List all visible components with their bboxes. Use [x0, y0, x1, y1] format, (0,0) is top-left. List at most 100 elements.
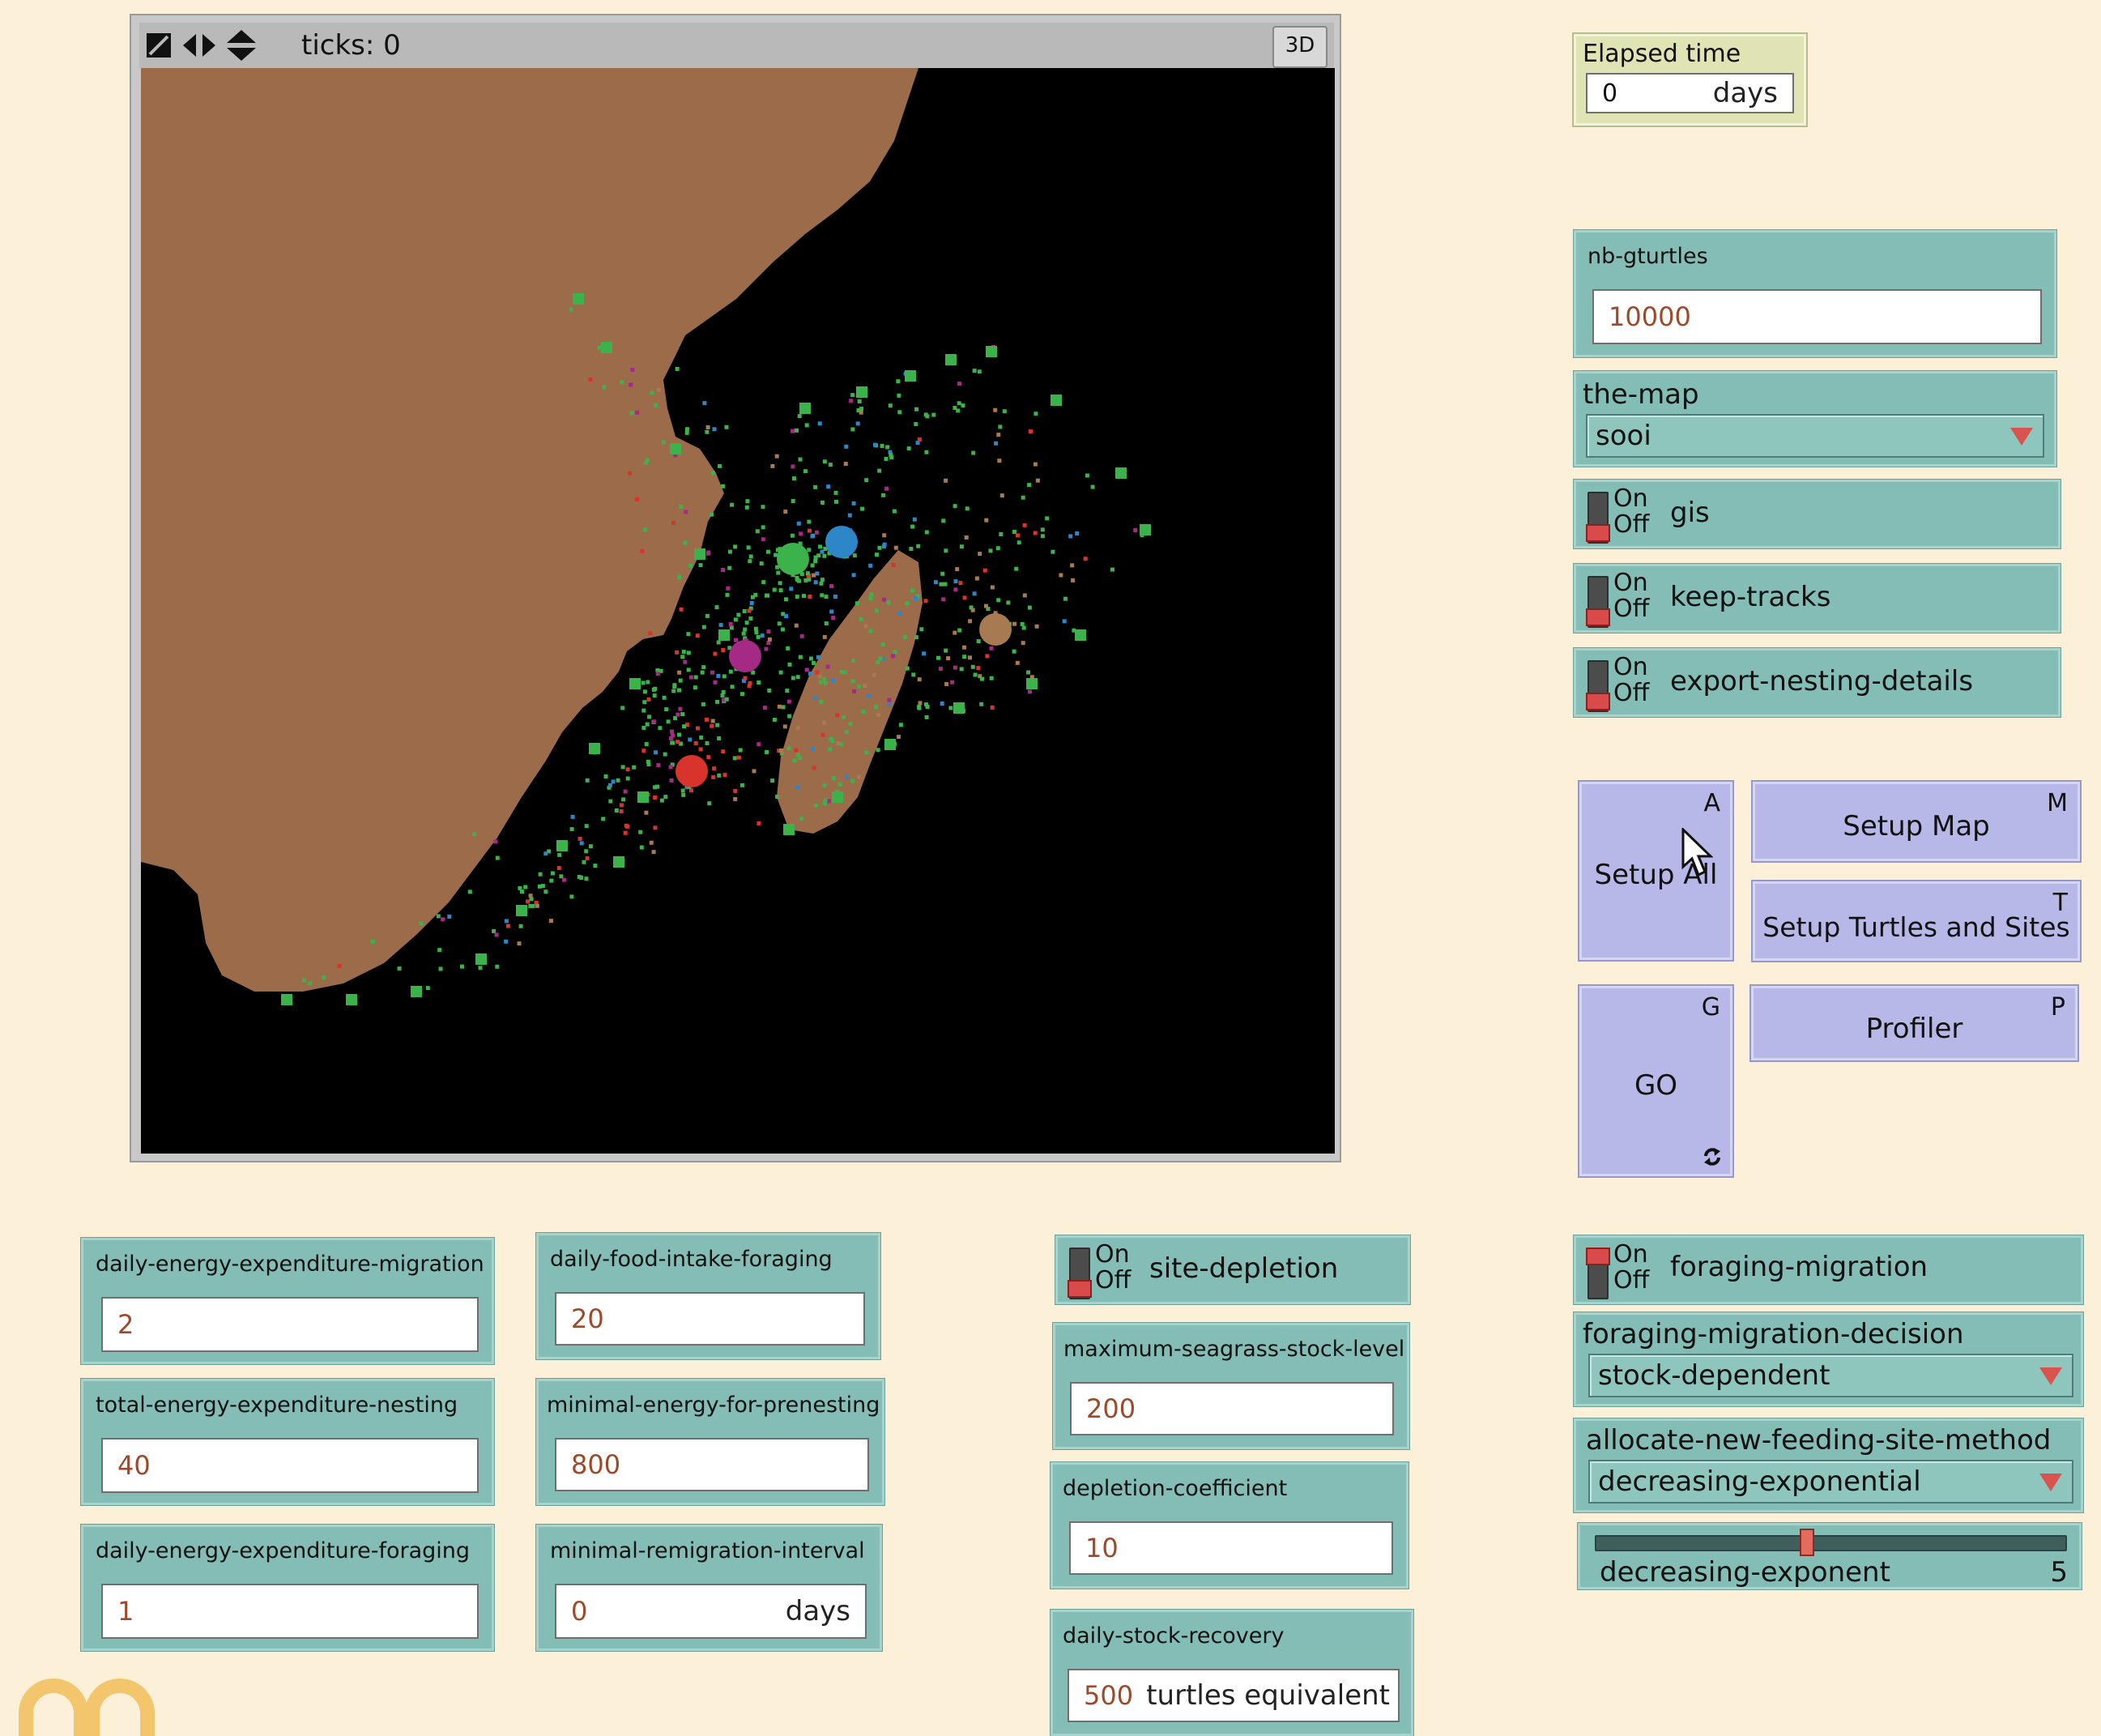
- daily-energy-expenditure-migration-field[interactable]: 2: [101, 1297, 479, 1352]
- track-dot: [863, 624, 868, 629]
- edit-view-icon[interactable]: [143, 26, 175, 65]
- toggle-icon[interactable]: On Off: [1586, 487, 1649, 544]
- track-dot: [875, 552, 879, 557]
- track-dot: [607, 783, 612, 787]
- profiler-button[interactable]: P Profiler: [1751, 986, 2078, 1060]
- slider-handle[interactable]: [1800, 1529, 1815, 1556]
- track-dot: [896, 379, 901, 384]
- track-dot: [740, 783, 744, 787]
- track-dot: [880, 444, 884, 448]
- track-dot: [706, 755, 711, 760]
- track-dot: [701, 665, 706, 670]
- daily-energy-expenditure-foraging-field[interactable]: 1: [101, 1584, 479, 1639]
- track-dot: [815, 571, 820, 576]
- track-dot: [528, 894, 533, 898]
- track-dot: [970, 664, 975, 669]
- track-dot: [877, 545, 882, 550]
- track-dot: [619, 803, 624, 808]
- track-dot: [772, 718, 777, 722]
- track-dot: [989, 676, 994, 680]
- track-dot: [944, 548, 948, 553]
- world-canvas[interactable]: [141, 68, 1335, 1154]
- track-dot: [517, 941, 522, 946]
- track-dot: [952, 630, 957, 635]
- setup-map-button[interactable]: M Setup Map: [1753, 782, 2080, 861]
- resize-vertical-icon[interactable]: [224, 26, 259, 65]
- minimal-remigration-interval-label: minimal-remigration-interval: [550, 1538, 865, 1563]
- track-dot: [999, 493, 1004, 498]
- track-dot: [654, 750, 658, 755]
- track-dot: [677, 670, 682, 675]
- track-dot: [880, 642, 885, 647]
- track-dot: [746, 545, 751, 550]
- the-map-dropdown[interactable]: sooi: [1586, 414, 2044, 458]
- decreasing-exponent-slider[interactable]: decreasing-exponent 5: [1578, 1523, 2082, 1589]
- track-dot: [940, 571, 945, 576]
- setup-map-label: Setup Map: [1843, 810, 1990, 842]
- foraging-migration-switch[interactable]: On Off foraging-migration: [1574, 1235, 2083, 1304]
- track-dot: [632, 765, 637, 770]
- 3d-view-button[interactable]: 3D: [1272, 26, 1328, 68]
- track-dot: [726, 586, 731, 591]
- foraging-migration-decision-value: stock-dependent: [1598, 1359, 1830, 1392]
- setup-all-button[interactable]: A Setup All: [1579, 782, 1732, 960]
- toggle-icon[interactable]: On Off: [1586, 1243, 1649, 1299]
- nb-gturtles-field[interactable]: 10000: [1592, 289, 2042, 344]
- track-dot: [337, 964, 342, 969]
- dropdown-arrow-icon: [2039, 1474, 2062, 1491]
- setup-turtles-and-sites-button[interactable]: T Setup Turtles and Sites: [1753, 881, 2080, 961]
- maximum-seagrass-stock-level-label: maximum-seagrass-stock-level: [1063, 1337, 1405, 1362]
- gis-switch[interactable]: On Off gis: [1574, 480, 2061, 548]
- depletion-coefficient-field[interactable]: 10: [1069, 1521, 1393, 1575]
- track-dot: [436, 914, 441, 919]
- track-dot: [802, 594, 806, 599]
- toggle-icon[interactable]: On Off: [1586, 655, 1649, 712]
- track-dot: [811, 747, 815, 751]
- track-dot: [860, 506, 865, 511]
- keep-tracks-switch[interactable]: On Off keep-tracks: [1574, 564, 2061, 633]
- track-dot: [1016, 540, 1021, 545]
- track-dot: [869, 592, 874, 597]
- export-nesting-details-switch[interactable]: On Off export-nesting-details: [1574, 648, 2061, 717]
- track-dot: [822, 720, 827, 725]
- track-dot: [684, 427, 689, 432]
- track-dot: [750, 595, 755, 599]
- track-dot: [917, 437, 922, 442]
- track-dot: [785, 689, 790, 693]
- track-dot: [585, 856, 590, 861]
- slider-track[interactable]: [1595, 1535, 2067, 1551]
- track-dot: [756, 680, 761, 685]
- total-energy-expenditure-nesting-field[interactable]: 40: [101, 1438, 479, 1493]
- track-dot: [820, 578, 825, 582]
- toggle-icon[interactable]: On Off: [1068, 1243, 1131, 1299]
- track-dot: [562, 877, 566, 882]
- track-dot: [652, 719, 657, 724]
- track-dot: [743, 627, 748, 632]
- track-dot: [693, 685, 697, 690]
- track-dot: [625, 776, 630, 781]
- track-dot: [797, 414, 802, 419]
- daily-stock-recovery-field[interactable]: 500 turtles equivalent: [1068, 1669, 1400, 1722]
- allocate-new-feeding-site-method-dropdown[interactable]: decreasing-exponential: [1588, 1460, 2073, 1504]
- track-dot: [1014, 566, 1019, 571]
- site-depletion-switch[interactable]: On Off site-depletion: [1055, 1235, 1410, 1304]
- track-dot: [816, 553, 821, 558]
- track-dot: [818, 674, 822, 679]
- switch-off-label: Off: [1095, 1266, 1131, 1295]
- feeding-site-marker: [516, 905, 527, 916]
- toggle-icon[interactable]: On Off: [1586, 571, 1649, 628]
- track-dot: [955, 567, 960, 572]
- track-dot: [705, 429, 710, 434]
- minimal-energy-for-prenesting-field[interactable]: 800: [555, 1438, 869, 1491]
- track-dot: [1012, 649, 1016, 654]
- track-dot: [710, 719, 715, 723]
- go-button[interactable]: G GO: [1579, 986, 1732, 1176]
- minimal-remigration-interval-field[interactable]: 0 days: [555, 1584, 867, 1639]
- daily-food-intake-foraging-field[interactable]: 20: [555, 1292, 865, 1346]
- resize-horizontal-icon[interactable]: [180, 26, 219, 65]
- maximum-seagrass-stock-level-field[interactable]: 200: [1070, 1382, 1394, 1435]
- track-dot: [789, 586, 794, 591]
- track-dot: [761, 537, 765, 542]
- foraging-migration-decision-dropdown[interactable]: stock-dependent: [1588, 1354, 2073, 1397]
- track-dot: [859, 410, 863, 415]
